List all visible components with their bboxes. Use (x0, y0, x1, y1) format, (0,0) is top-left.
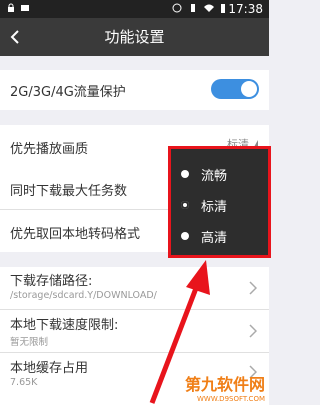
setting-value: 暂无限制 (10, 337, 49, 348)
traffic-protect-toggle[interactable] (211, 79, 259, 99)
lock-icon (8, 3, 14, 12)
option-label: 标清 (201, 200, 228, 215)
watermark-brand: 第九软件网 (184, 375, 265, 394)
clock: 17:38 (228, 2, 263, 16)
setting-value: 7.65K (10, 377, 38, 388)
quality-option-hd[interactable]: 高清 (171, 221, 268, 252)
quality-option-standard[interactable]: 标清 (171, 190, 268, 221)
setting-label: 优先播放画质 (10, 142, 89, 157)
watermark: 第九软件网 WWW.D9SOFT.COM (185, 371, 265, 403)
chevron-right-icon (249, 281, 257, 295)
option-label: 高清 (201, 231, 228, 246)
watermark-url: WWW.D9SOFT.COM (197, 395, 265, 403)
dropdown-triangle-icon (254, 140, 258, 147)
setting-row-traffic-protect[interactable]: 2G/3G/4G流量保护 (0, 70, 269, 110)
message-icon (21, 5, 29, 11)
quality-option-smooth[interactable]: 流畅 (171, 159, 268, 190)
setting-label: 本地缓存占用 (10, 361, 89, 376)
alarm-icon (172, 3, 182, 13)
radio-icon (181, 170, 189, 178)
title-bar: 功能设置 (0, 18, 269, 56)
wifi-icon (204, 4, 214, 12)
radio-selected-icon (181, 201, 189, 209)
chevron-right-icon (249, 324, 257, 338)
setting-label: 2G/3G/4G流量保护 (10, 85, 126, 100)
setting-label: 优先取回本地转码格式 (10, 227, 141, 242)
status-bar: 17:38 (0, 0, 269, 18)
battery-icon (221, 4, 225, 13)
setting-label: 同时下载最大任务数 (10, 184, 128, 199)
page-title: 功能设置 (104, 28, 165, 46)
toggle-knob (241, 81, 257, 97)
quality-popup: 流畅 标清 高清 (168, 146, 271, 258)
setting-label: 下载存储路径: (10, 274, 93, 289)
setting-label: 本地下载速度限制: (10, 318, 119, 333)
option-label: 流畅 (201, 169, 228, 184)
vibrate-icon (191, 4, 195, 12)
radio-icon (181, 232, 189, 240)
